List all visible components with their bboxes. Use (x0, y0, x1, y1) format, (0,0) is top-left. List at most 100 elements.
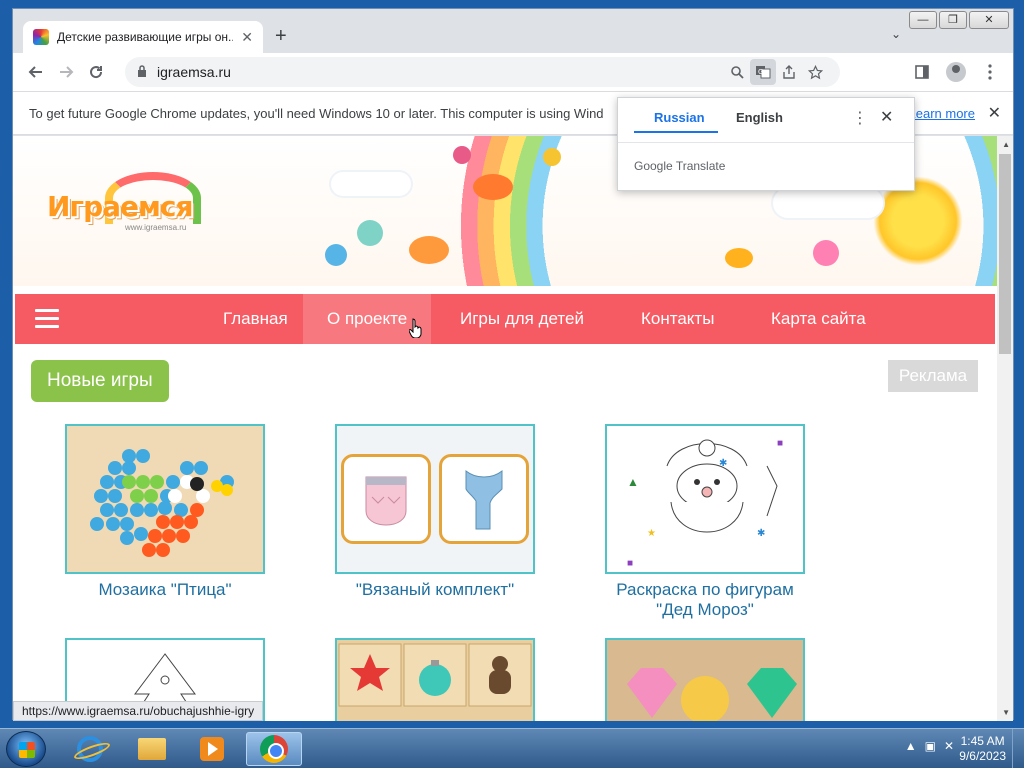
zoom-search-icon[interactable] (724, 59, 750, 85)
bird-illustration (543, 148, 561, 166)
hamburger-menu-icon[interactable] (35, 309, 59, 329)
scroll-up-arrow-icon[interactable]: ▲ (1002, 140, 1010, 149)
ad-label: Реклама (888, 360, 978, 392)
chrome-icon (260, 735, 288, 763)
svg-text:★: ★ (647, 528, 656, 539)
game-thumbnail-gems[interactable] (605, 638, 805, 721)
main-nav-menu: Главная О проекте Игры для детей Контакт… (15, 294, 995, 344)
game-card[interactable]: Мозаика "Птица" (65, 424, 265, 600)
translate-options-icon[interactable]: ⋮ (852, 108, 868, 128)
forward-button[interactable] (51, 57, 81, 87)
taskbar-chrome[interactable] (246, 732, 302, 766)
new-tab-button[interactable]: + (275, 25, 287, 48)
system-tray: ▲ ▣ ✕ (905, 739, 954, 753)
fox-illustration (473, 174, 513, 200)
clock-time: 1:45 AM (960, 734, 1005, 748)
snail-illustration (813, 240, 839, 266)
site-logo[interactable]: Играемся www.igraemsa.ru (47, 172, 201, 232)
translate-tab-english[interactable]: English (736, 110, 783, 125)
show-desktop-button[interactable] (1012, 729, 1024, 768)
translate-divider (618, 142, 914, 143)
avatar-icon (946, 62, 966, 82)
learn-more-link[interactable]: Learn more (909, 106, 975, 121)
taskbar-internet-explorer[interactable] (62, 732, 118, 766)
game-card[interactable]: ▲ ✱ ★ ✱ ■ ■ Раскраска по фигурам "Дед Мо… (605, 424, 805, 620)
scroll-thumb[interactable] (999, 154, 1011, 354)
game-card[interactable]: "Вязаный комплект" (335, 424, 535, 600)
reload-icon (90, 66, 103, 79)
url-text[interactable]: igraemsa.ru (157, 64, 724, 80)
game-card-title[interactable]: Мозаика "Птица" (65, 580, 265, 600)
page-viewport: Играемся www.igraemsa.ru Главная О проек… (13, 136, 1013, 721)
nav-item-contacts[interactable]: Контакты (617, 294, 738, 344)
svg-text:G: G (758, 68, 763, 76)
nav-item-sitemap[interactable]: Карта сайта (747, 294, 890, 344)
address-bar[interactable]: igraemsa.ru G (125, 57, 840, 87)
infobar-message: To get future Google Chrome updates, you… (29, 105, 604, 121)
windows-taskbar: ▲ ▣ ✕ 1:45 AM 9/6/2023 (0, 728, 1024, 768)
toolbar: igraemsa.ru G (13, 53, 1013, 91)
translate-icon[interactable]: G (750, 59, 776, 85)
game-thumbnail-mosaic[interactable] (65, 424, 265, 574)
link-status-url: https://www.igraemsa.ru/obuchajushhie-ig… (13, 701, 264, 721)
mosaic-bird-image (90, 449, 234, 557)
flower-illustration (325, 244, 347, 266)
translate-popup: Russian English ⋮ ✕ Google Translate (617, 97, 915, 191)
network-icon[interactable]: ▣ (925, 739, 936, 753)
folder-icon (138, 738, 166, 760)
side-panel-icon[interactable] (907, 57, 937, 87)
clock-date: 9/6/2023 (959, 749, 1006, 763)
fish-illustration (725, 248, 753, 268)
translate-tab-russian[interactable]: Russian (654, 110, 705, 125)
tray-expand-icon[interactable]: ▲ (905, 739, 917, 753)
knit-hat-image (341, 454, 431, 544)
new-games-button[interactable]: Новые игры (31, 360, 169, 402)
forward-arrow-icon (60, 66, 74, 78)
svg-text:■: ■ (777, 438, 783, 449)
tab-close-icon[interactable]: ✕ (241, 29, 253, 46)
infobar-close-icon[interactable]: ✕ (988, 103, 1001, 123)
tab-title: Детские развивающие игры он... (57, 30, 234, 44)
tab-search-button[interactable]: ⌄ (891, 27, 901, 41)
nav-item-games[interactable]: Игры для детей (436, 294, 608, 344)
game-thumbnail-santa[interactable]: ▲ ✱ ★ ✱ ■ ■ (605, 424, 805, 574)
scroll-down-arrow-icon[interactable]: ▼ (1002, 708, 1010, 717)
gems-image (627, 668, 797, 721)
vertical-scrollbar[interactable]: ▲ ▼ (997, 136, 1013, 721)
bookmark-star-icon[interactable] (802, 59, 828, 85)
browser-tab[interactable]: Детские развивающие игры он... ✕ (23, 21, 263, 53)
media-player-icon (200, 737, 224, 761)
translate-brand: Google Translate (634, 159, 726, 173)
svg-text:✱: ✱ (719, 458, 727, 469)
taskbar-file-explorer[interactable] (124, 732, 180, 766)
site-favicon-icon (33, 29, 49, 45)
game-card[interactable] (335, 638, 535, 721)
menu-kebab-icon[interactable] (975, 57, 1005, 87)
game-thumbnail-knit[interactable] (335, 424, 535, 574)
game-card[interactable] (605, 638, 805, 721)
game-card-title[interactable]: Раскраска по фигурам "Дед Мороз" (605, 580, 805, 620)
flower-illustration (453, 146, 471, 164)
turtle-illustration (409, 236, 449, 264)
reload-button[interactable] (81, 57, 111, 87)
start-button[interactable] (6, 731, 46, 767)
lock-icon[interactable] (137, 64, 147, 80)
game-thumbnail-toys[interactable] (335, 638, 535, 721)
santa-coloring-image: ▲ ✱ ★ ✱ ■ ■ (627, 438, 783, 569)
browser-window: — ❐ ✕ Детские развивающие игры он... ✕ +… (12, 8, 1014, 721)
share-icon[interactable] (776, 59, 802, 85)
christmas-toys-image (338, 643, 532, 707)
back-arrow-icon (28, 66, 42, 78)
game-card-title[interactable]: "Вязаный комплект" (335, 580, 535, 600)
profile-button[interactable] (941, 57, 971, 87)
taskbar-clock[interactable]: 1:45 AM 9/6/2023 (959, 734, 1006, 764)
hand-cursor-icon (409, 318, 422, 338)
volume-muted-icon[interactable]: ✕ (944, 739, 954, 753)
translate-close-icon[interactable]: ✕ (880, 107, 893, 127)
taskbar-media-player[interactable] (184, 732, 240, 766)
toolbar-right (907, 57, 1005, 87)
nav-item-home[interactable]: Главная (199, 294, 312, 344)
internet-explorer-icon (77, 736, 103, 762)
back-button[interactable] (21, 57, 51, 87)
logo-subtitle: www.igraemsa.ru (125, 223, 187, 232)
